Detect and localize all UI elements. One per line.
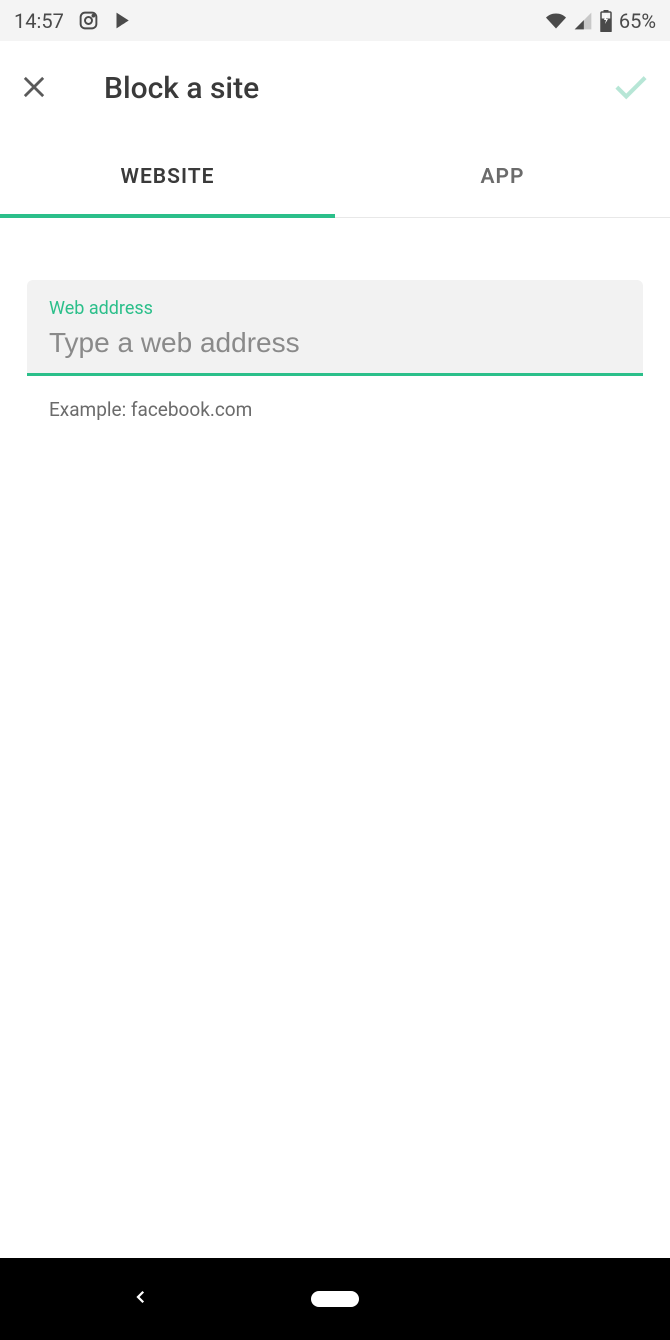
tab-website[interactable]: WEBSITE (0, 136, 335, 217)
helper-text: Example: facebook.com (27, 398, 643, 421)
web-address-label: Web address (49, 298, 621, 319)
tab-app[interactable]: APP (335, 136, 670, 217)
play-store-icon (113, 10, 134, 31)
web-address-field[interactable]: Web address (27, 280, 643, 376)
signal-icon (573, 11, 593, 31)
status-left: 14:57 (14, 9, 134, 33)
status-time: 14:57 (14, 9, 64, 33)
battery-percent: 65% (619, 9, 656, 33)
chevron-left-icon (132, 1286, 150, 1312)
home-pill[interactable] (311, 1291, 359, 1307)
close-icon (20, 73, 48, 105)
app-bar: Block a site (0, 41, 670, 136)
web-address-input[interactable] (49, 327, 621, 359)
battery-icon (599, 10, 613, 32)
tabs: WEBSITE APP (0, 136, 670, 218)
status-bar: 14:57 65% (0, 0, 670, 41)
wifi-icon (545, 11, 567, 31)
check-icon (612, 68, 650, 110)
confirm-button[interactable] (594, 68, 650, 110)
content: Web address Example: facebook.com (0, 218, 670, 421)
navigation-bar (0, 1258, 670, 1340)
instagram-icon (78, 10, 99, 31)
page-title: Block a site (104, 71, 594, 106)
status-right: 65% (545, 9, 656, 33)
back-button[interactable] (132, 1286, 150, 1312)
close-button[interactable] (20, 73, 76, 105)
